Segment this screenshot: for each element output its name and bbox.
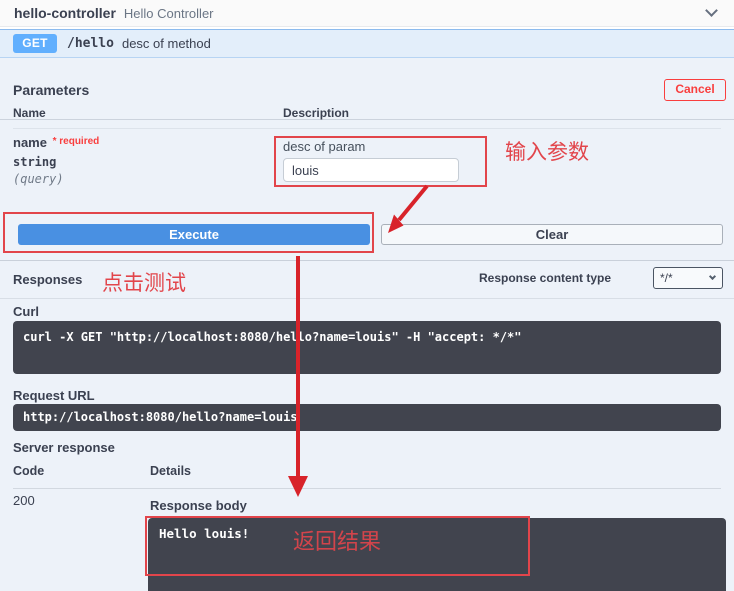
parameter-description: desc of param (283, 139, 366, 154)
content-type-value: */* (660, 271, 673, 285)
server-response-title: Server response (13, 440, 115, 455)
collapse-chevron-down-icon[interactable] (705, 4, 718, 17)
endpoint-summary: desc of method (121, 36, 211, 51)
cancel-button[interactable]: Cancel (664, 78, 726, 101)
details-column-header: Details (150, 464, 191, 478)
table-divider (13, 128, 721, 129)
code-column-header: Code (13, 464, 45, 478)
clear-button[interactable]: Clear (381, 224, 723, 245)
parameter-value-input[interactable] (283, 158, 459, 182)
curl-command-block[interactable]: curl -X GET "http://localhost:8080/hello… (13, 321, 721, 374)
response-body-label: Response body (150, 498, 247, 513)
controller-header[interactable]: hello-controller Hello Controller (0, 0, 734, 27)
response-body-block[interactable]: Hello louis! Download (148, 518, 726, 591)
content-type-label: Response content type (479, 271, 612, 285)
request-url-label: Request URL (13, 388, 95, 403)
curl-label: Curl (13, 304, 39, 319)
status-code: 200 (13, 493, 35, 508)
request-url-block: http://localhost:8080/hello?name=louis (13, 404, 721, 431)
parameters-header: Parameters Cancel (0, 60, 734, 120)
parameter-name: name (13, 135, 47, 150)
opblock-summary[interactable]: GET /hello desc of method (0, 30, 734, 58)
required-flag: * required (52, 136, 100, 147)
description-column-header: Description (283, 106, 350, 120)
responses-title: Responses (13, 272, 83, 287)
responses-header: Responses Response content type */* (0, 260, 734, 299)
parameter-description-cell: desc of param (283, 139, 483, 182)
parameters-title: Parameters (13, 81, 90, 98)
controller-description: Hello Controller (123, 5, 214, 21)
http-method-badge: GET (13, 34, 57, 53)
parameter-type: string (13, 155, 57, 169)
table-divider (13, 488, 721, 489)
endpoint-path: /hello (67, 36, 114, 51)
swagger-operation-panel: hello-controller Hello Controller GET /h… (0, 0, 734, 591)
parameter-location: (query) (13, 172, 64, 186)
execute-button[interactable]: Execute (18, 224, 370, 245)
select-chevron-down-icon (708, 272, 717, 281)
response-body-text: Hello louis! (159, 526, 250, 541)
content-type-select[interactable]: */* (653, 267, 723, 289)
name-column-header: Name (13, 106, 46, 120)
parameter-name-cell: name * required string (query) (13, 135, 99, 186)
opblock: GET /hello desc of method Parameters Can… (0, 29, 734, 591)
controller-name: hello-controller (14, 5, 116, 21)
